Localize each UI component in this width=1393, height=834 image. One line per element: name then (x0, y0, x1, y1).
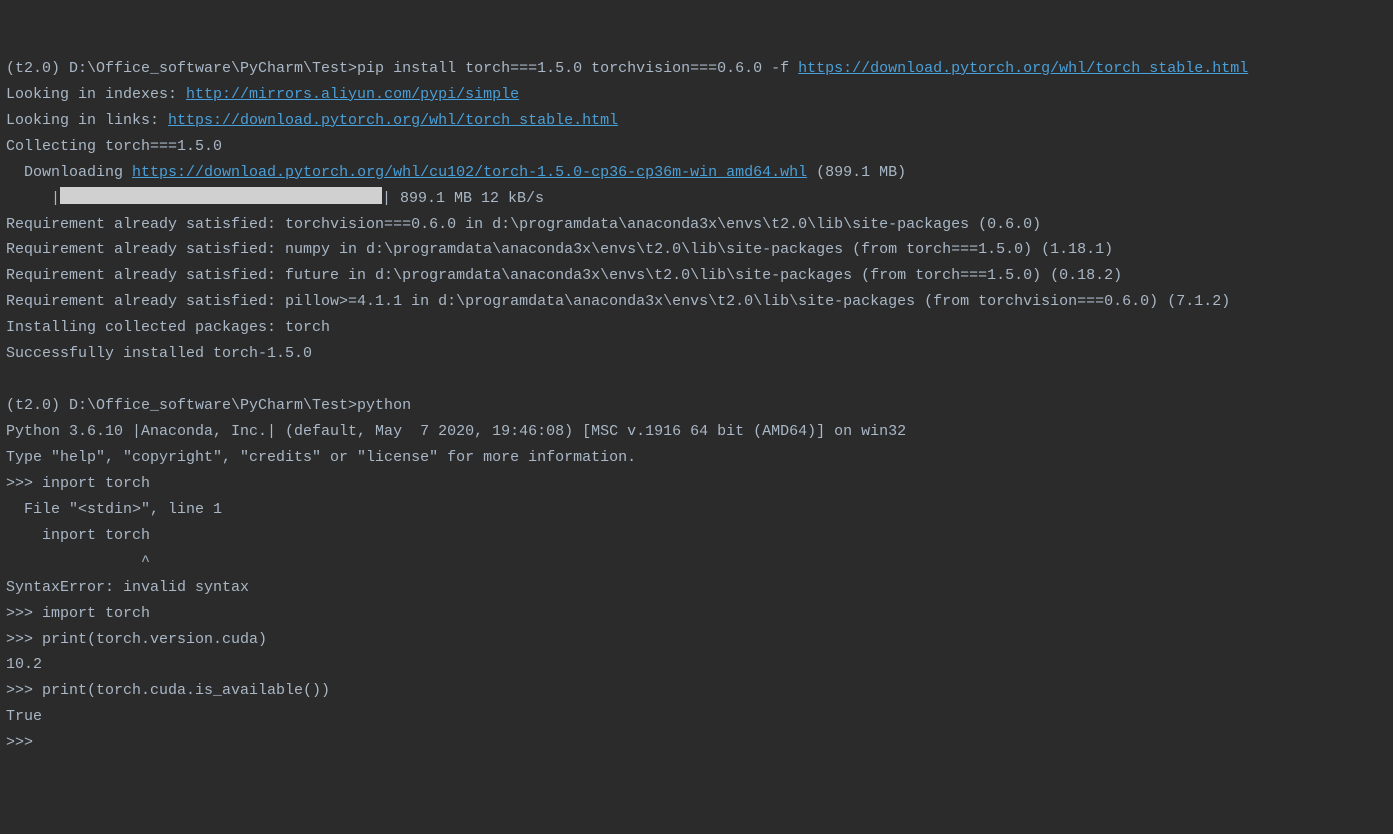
import-torch-line: >>> import torch (6, 601, 1387, 627)
error-file-line: File "<stdin>", line 1 (6, 497, 1387, 523)
print-cuda-version-line: >>> print(torch.version.cuda) (6, 627, 1387, 653)
req-torchvision-line: Requirement already satisfied: torchvisi… (6, 212, 1387, 238)
indexes-label: Looking in indexes: (6, 86, 186, 103)
download-size: (899.1 MB) (807, 164, 906, 181)
python-help-line: Type "help", "copyright", "credits" or "… (6, 445, 1387, 471)
installing-line: Installing collected packages: torch (6, 315, 1387, 341)
python-version-line: Python 3.6.10 |Anaconda, Inc.| (default,… (6, 419, 1387, 445)
pip-install-line: (t2.0) D:\Office_software\PyCharm\Test>p… (6, 56, 1387, 82)
collecting-line: Collecting torch===1.5.0 (6, 134, 1387, 160)
pytorch-links-link[interactable]: https://download.pytorch.org/whl/torch_s… (168, 112, 618, 129)
command-prompt: (t2.0) D:\Office_software\PyCharm\Test>p… (6, 60, 798, 77)
aliyun-mirror-link[interactable]: http://mirrors.aliyun.com/pypi/simple (186, 86, 519, 103)
inport-typo-line: >>> inport torch (6, 471, 1387, 497)
success-line: Successfully installed torch-1.5.0 (6, 341, 1387, 367)
progress-line: | | 899.1 MB 12 kB/s (6, 186, 1387, 212)
progress-suffix: | 899.1 MB 12 kB/s (382, 190, 544, 207)
progress-prefix: | (6, 190, 60, 207)
terminal-output[interactable]: (t2.0) D:\Office_software\PyCharm\Test>p… (6, 56, 1387, 756)
cuda-version-output: 10.2 (6, 652, 1387, 678)
download-progress-bar (60, 187, 382, 204)
pytorch-stable-link[interactable]: https://download.pytorch.org/whl/torch_s… (798, 60, 1248, 77)
links-label: Looking in links: (6, 112, 168, 129)
error-caret-line: ^ (6, 549, 1387, 575)
downloading-label: Downloading (6, 164, 132, 181)
downloading-line: Downloading https://download.pytorch.org… (6, 160, 1387, 186)
req-pillow-line: Requirement already satisfied: pillow>=4… (6, 289, 1387, 315)
links-line: Looking in links: https://download.pytor… (6, 108, 1387, 134)
blank-line (6, 367, 1387, 393)
error-code-line: inport torch (6, 523, 1387, 549)
python-prompt-line: (t2.0) D:\Office_software\PyCharm\Test>p… (6, 393, 1387, 419)
cuda-available-output: True (6, 704, 1387, 730)
repl-prompt-line: >>> (6, 730, 1387, 756)
syntax-error-line: SyntaxError: invalid syntax (6, 575, 1387, 601)
req-future-line: Requirement already satisfied: future in… (6, 263, 1387, 289)
print-cuda-available-line: >>> print(torch.cuda.is_available()) (6, 678, 1387, 704)
indexes-line: Looking in indexes: http://mirrors.aliyu… (6, 82, 1387, 108)
req-numpy-line: Requirement already satisfied: numpy in … (6, 237, 1387, 263)
whl-download-link[interactable]: https://download.pytorch.org/whl/cu102/t… (132, 164, 807, 181)
